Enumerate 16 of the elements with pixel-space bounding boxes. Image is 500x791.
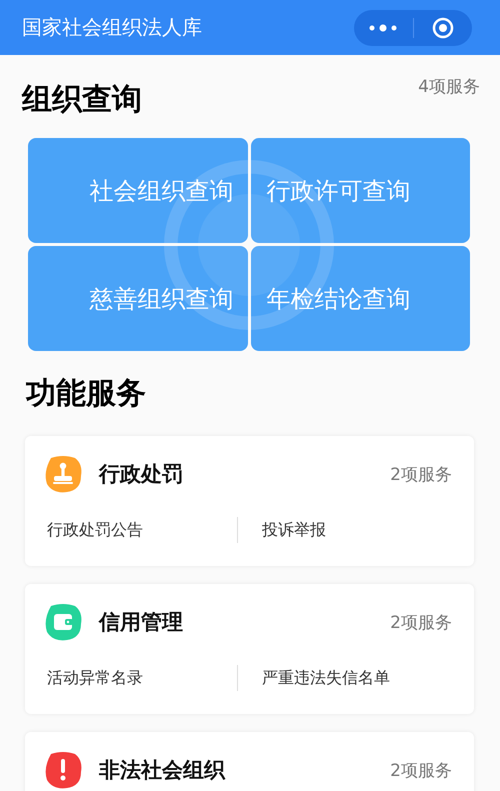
- service-count: 2项服务: [390, 760, 452, 782]
- card-title: 非法社会组织: [99, 757, 226, 784]
- more-icon: [368, 24, 398, 32]
- service-count: 2项服务: [390, 612, 452, 634]
- target-icon: [432, 16, 454, 38]
- section-title: 功能服务: [24, 375, 147, 413]
- card-title: 行政处罚: [99, 461, 184, 488]
- service-count: 4项服务: [418, 76, 480, 98]
- section-title: 组织查询: [22, 81, 142, 119]
- card-title: 信用管理: [99, 609, 184, 636]
- service-link[interactable]: 严重违法失信名单: [258, 668, 452, 688]
- service-link[interactable]: 活动异常名录: [43, 668, 237, 688]
- service-count: 2项服务: [390, 464, 452, 486]
- app-title: 国家社会组织法人库: [22, 14, 202, 41]
- service-link[interactable]: 行政处罚公告: [43, 520, 237, 540]
- service-link[interactable]: 投诉举报: [258, 520, 452, 540]
